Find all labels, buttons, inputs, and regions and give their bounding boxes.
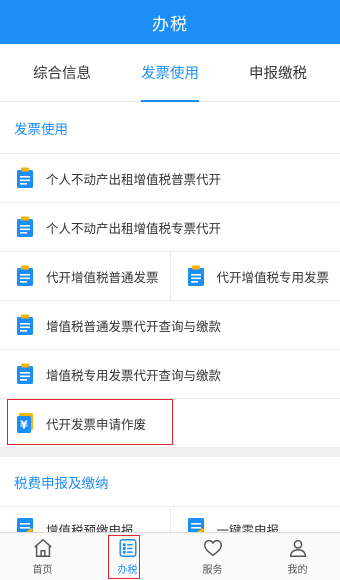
- service-item-personal-rent-special[interactable]: 个人不动产出租增值税专票代开: [0, 203, 340, 252]
- tabbar-tax[interactable]: 办税: [85, 533, 170, 580]
- service-item-special-query-pay[interactable]: 增值税专用发票代开查询与缴款: [0, 350, 340, 399]
- service-item-label: 代开增值税专用发票: [216, 269, 330, 285]
- tabbar-label: 我的: [287, 565, 308, 576]
- user-icon: [289, 539, 306, 557]
- service-item-void-invoice[interactable]: ¥ 代开发票申请作废: [0, 399, 340, 448]
- page-header: 办税: [0, 0, 340, 44]
- section-divider: [0, 448, 340, 457]
- document-icon: [17, 167, 33, 188]
- svg-text:¥: ¥: [20, 419, 28, 432]
- page-title: 办税: [152, 14, 188, 35]
- invoice-section-title: 发票使用: [0, 102, 340, 154]
- service-item-label: 增值税专用发票代开查询与缴款: [46, 367, 222, 383]
- tabbar-home[interactable]: 首页: [0, 533, 85, 580]
- tabbar-label: 服务: [202, 565, 223, 576]
- service-item-ordinary-query-pay[interactable]: 增值税普通发票代开查询与缴款: [0, 301, 340, 350]
- yen-document-icon: ¥: [17, 413, 33, 433]
- service-item-label: 代开发票申请作废: [46, 416, 147, 432]
- top-tabs: 综合信息 发票使用 申报缴税: [0, 44, 340, 102]
- service-item-issue-special[interactable]: 代开增值税专用发票: [169, 252, 340, 300]
- heart-icon: [203, 539, 222, 557]
- service-item-label: 代开增值税普通发票: [46, 269, 159, 285]
- document-icon: [17, 265, 33, 286]
- bottom-tab-bar: 首页 办税 服务 我的: [0, 532, 340, 580]
- document-icon: [17, 216, 33, 237]
- home-icon: [33, 538, 52, 557]
- document-icon: [17, 363, 33, 384]
- service-item-label: 增值税普通发票代开查询与缴款: [46, 318, 222, 334]
- tab-declare-pay[interactable]: 申报缴税: [249, 44, 307, 102]
- tabbar-mine[interactable]: 我的: [255, 533, 340, 580]
- service-item-personal-rent-ordinary[interactable]: 个人不动产出租增值税普票代开: [0, 154, 340, 203]
- tabbar-label: 办税: [117, 565, 138, 576]
- tab-invoice-use[interactable]: 发票使用: [141, 44, 199, 102]
- service-row-split: 代开增值税普通发票 代开增值税专用发票: [0, 252, 340, 301]
- tabbar-label: 首页: [32, 565, 53, 576]
- service-item-label: 个人不动产出租增值税专票代开: [46, 220, 222, 236]
- list-icon: [118, 539, 137, 557]
- tab-general-info[interactable]: 综合信息: [33, 44, 91, 102]
- tax-section-title: 税费申报及缴纳: [14, 475, 109, 492]
- document-icon: [17, 314, 33, 335]
- service-item-issue-ordinary[interactable]: 代开增值税普通发票: [0, 252, 170, 300]
- tabbar-service[interactable]: 服务: [170, 533, 255, 580]
- document-icon: [187, 265, 204, 286]
- service-item-label: 个人不动产出租增值税普票代开: [46, 171, 222, 187]
